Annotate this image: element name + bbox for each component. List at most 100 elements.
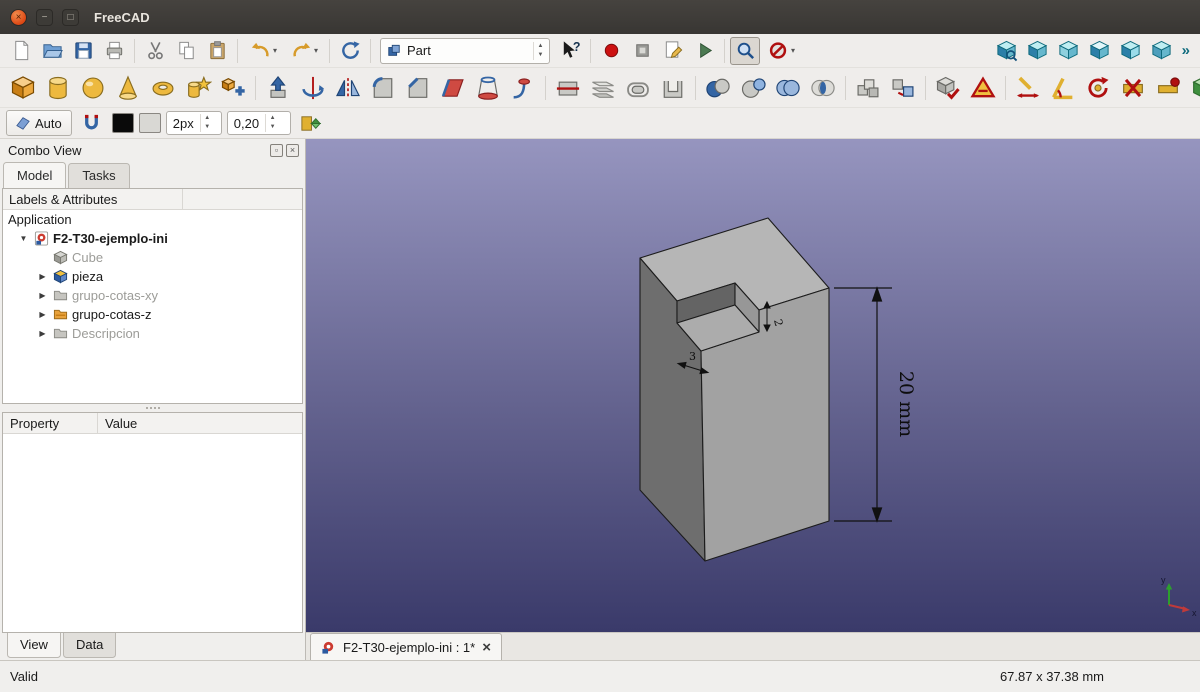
part-check-geometry-button[interactable] (931, 71, 965, 105)
window-maximize-button[interactable]: □ (62, 9, 79, 26)
expander-open-icon[interactable]: ▼ (17, 234, 30, 243)
tab-tasks[interactable]: Tasks (68, 163, 129, 188)
part-compound-filter-button[interactable] (886, 71, 920, 105)
part-union-button[interactable] (771, 71, 805, 105)
tree-item-cube[interactable]: Cube (3, 248, 302, 267)
stepper-icon[interactable]: ▲▼ (533, 42, 547, 60)
macro-stop-button[interactable] (627, 37, 657, 65)
tab-data[interactable]: Data (63, 633, 116, 658)
part-offset-button[interactable] (621, 71, 655, 105)
measure-refresh-button[interactable] (1081, 71, 1115, 105)
view-fit-all-button[interactable] (992, 37, 1022, 65)
panel-splitter[interactable] (0, 404, 305, 412)
expander-closed-icon[interactable]: ▶ (36, 329, 49, 338)
part-sphere-button[interactable] (76, 71, 110, 105)
cut-button[interactable] (140, 37, 170, 65)
measure-clear-all-button[interactable] (1116, 71, 1150, 105)
view-front-button[interactable] (1054, 37, 1084, 65)
part-cylinder-button[interactable] (41, 71, 75, 105)
new-document-button[interactable] (6, 37, 36, 65)
panel-float-button[interactable]: ▫ (270, 144, 283, 157)
part-shape-builder-button[interactable] (216, 71, 250, 105)
tab-model[interactable]: Model (3, 162, 66, 188)
whats-this-button[interactable]: ? (555, 37, 585, 65)
window-close-button[interactable]: × (10, 9, 27, 26)
expander-closed-icon[interactable]: ▶ (36, 291, 49, 300)
expander-closed-icon[interactable]: ▶ (36, 310, 49, 319)
cube-icon (53, 250, 68, 265)
record-icon (600, 39, 623, 62)
window-title: FreeCAD (94, 10, 150, 25)
view-top-button[interactable] (1085, 37, 1115, 65)
part-cone-button[interactable] (111, 71, 145, 105)
redo-button[interactable]: ▾ (284, 37, 324, 65)
expander-closed-icon[interactable]: ▶ (36, 272, 49, 281)
part-torus-button[interactable] (146, 71, 180, 105)
window-minimize-button[interactable]: − (36, 9, 53, 26)
close-tab-icon[interactable]: × (482, 640, 491, 655)
part-boolean-button[interactable] (701, 71, 735, 105)
part-cut-button[interactable] (736, 71, 770, 105)
panel-close-button[interactable]: × (286, 144, 299, 157)
part-primitives-button[interactable] (181, 71, 215, 105)
measure-toggle-3d-button[interactable] (1186, 71, 1200, 105)
stepper-icon[interactable]: ▲▼ (265, 114, 279, 132)
paste-button[interactable] (202, 37, 232, 65)
dim-height-label[interactable]: 20 mm (895, 371, 917, 437)
macro-execute-button[interactable] (689, 37, 719, 65)
part-section-button[interactable] (551, 71, 585, 105)
measure-linear-button[interactable] (1011, 71, 1045, 105)
dim-notch-width-label[interactable]: 3 (689, 350, 696, 363)
part-sweep-button[interactable] (506, 71, 540, 105)
view-right-button[interactable] (1116, 37, 1146, 65)
snap-toggle-button[interactable] (77, 109, 107, 137)
open-document-button[interactable] (37, 37, 67, 65)
stepper-icon[interactable]: ▲▼ (200, 114, 214, 132)
zoom-selection-button[interactable] (730, 37, 760, 65)
line-width-spinner[interactable]: 2px ▲▼ (166, 111, 222, 135)
property-table-body[interactable] (3, 434, 302, 632)
tab-view[interactable]: View (7, 633, 61, 658)
part-mirror-button[interactable] (331, 71, 365, 105)
refresh-button[interactable] (335, 37, 365, 65)
print-button[interactable] (99, 37, 129, 65)
part-fillet-button[interactable] (366, 71, 400, 105)
draw-style-button[interactable]: ▾ (761, 37, 801, 65)
tree-item-document[interactable]: ▼ F2-T30-ejemplo-ini (3, 229, 302, 248)
part-ruled-surface-button[interactable] (436, 71, 470, 105)
3d-viewport[interactable]: 20 mm 3 2 (306, 139, 1200, 632)
part-box-button[interactable] (6, 71, 40, 105)
part-defeaturing-button[interactable] (966, 71, 1000, 105)
apply-style-button[interactable] (296, 109, 326, 137)
tree-item-grupo-cotas-xy[interactable]: ▶ grupo-cotas-xy (3, 286, 302, 305)
part-thickness-button[interactable] (656, 71, 690, 105)
tree-item-descripcion[interactable]: ▶ Descripcion (3, 324, 302, 343)
macro-record-button[interactable] (596, 37, 626, 65)
part-compound-button[interactable] (851, 71, 885, 105)
tree-item-grupo-cotas-z[interactable]: ▶ grupo-cotas-z (3, 305, 302, 324)
workbench-selector[interactable]: Part ▲▼ (380, 38, 550, 64)
part-cross-sections-button[interactable] (586, 71, 620, 105)
part-loft-button[interactable] (471, 71, 505, 105)
undo-button[interactable]: ▾ (243, 37, 283, 65)
macro-edit-button[interactable] (658, 37, 688, 65)
face-color-swatch[interactable] (139, 113, 161, 133)
tree-root-application[interactable]: Application (3, 210, 302, 229)
part-chamfer-button[interactable] (401, 71, 435, 105)
save-document-button[interactable] (68, 37, 98, 65)
scale-spinner[interactable]: 0,20 ▲▼ (227, 111, 291, 135)
copy-button[interactable] (171, 37, 201, 65)
3d-scene[interactable]: 20 mm 3 2 (306, 139, 1200, 632)
line-color-swatch[interactable] (112, 113, 134, 133)
view-isometric-button[interactable] (1023, 37, 1053, 65)
toolbar-overflow-button[interactable]: » (1178, 42, 1194, 59)
part-revolve-button[interactable] (296, 71, 330, 105)
working-plane-button[interactable]: Auto (6, 110, 72, 136)
document-tab[interactable]: F2-T30-ejemplo-ini : 1* × (310, 633, 502, 660)
part-common-button[interactable] (806, 71, 840, 105)
tree-item-pieza[interactable]: ▶ pieza (3, 267, 302, 286)
view-rear-button[interactable] (1147, 37, 1177, 65)
measure-toggle-all-button[interactable] (1151, 71, 1185, 105)
measure-angular-button[interactable] (1046, 71, 1080, 105)
part-extrude-button[interactable] (261, 71, 295, 105)
